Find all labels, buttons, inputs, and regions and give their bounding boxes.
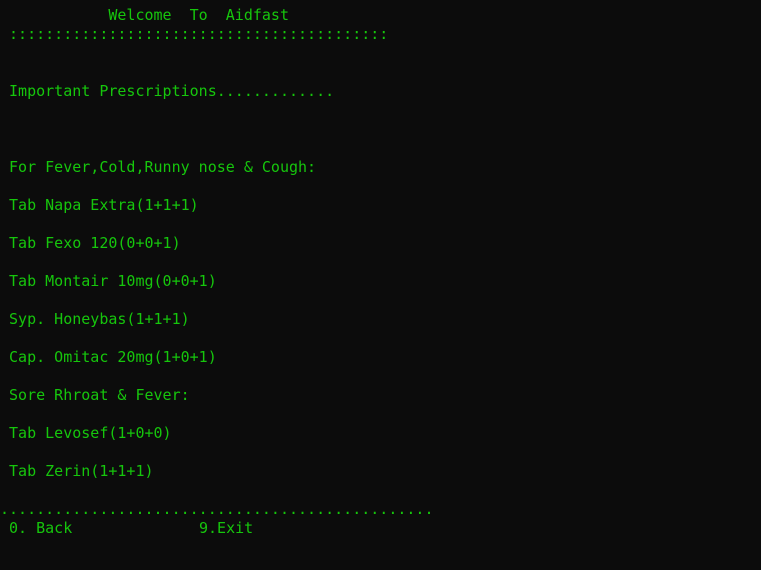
- terminal-window: Welcome To Aidfast :::::::::::::::::::::…: [0, 0, 761, 570]
- group-heading-fever-cold: For Fever,Cold,Runny nose & Cough:: [0, 158, 317, 176]
- prescription-item: Tab Zerin(1+1+1): [0, 462, 154, 480]
- prescription-item: Tab Levosef(1+0+0): [0, 424, 172, 442]
- section-title: Important Prescriptions.............: [0, 82, 335, 100]
- welcome-title: Welcome To Aidfast: [0, 6, 289, 24]
- exit-option[interactable]: 9.Exit: [199, 519, 253, 538]
- prescription-item: Tab Fexo 120(0+0+1): [0, 234, 181, 252]
- header-separator: ::::::::::::::::::::::::::::::::::::::::…: [0, 25, 389, 43]
- prescription-item: Tab Napa Extra(1+1+1): [0, 196, 199, 214]
- footer-separator: ........................................…: [0, 500, 434, 518]
- prescription-item: Tab Montair 10mg(0+0+1): [0, 272, 217, 290]
- prescription-item: Cap. Omitac 20mg(1+0+1): [0, 348, 217, 366]
- back-option[interactable]: 0. Back: [0, 519, 72, 538]
- prescription-item: Syp. Honeybas(1+1+1): [0, 310, 190, 328]
- group-heading-sore-throat: Sore Rhroat & Fever:: [0, 386, 190, 404]
